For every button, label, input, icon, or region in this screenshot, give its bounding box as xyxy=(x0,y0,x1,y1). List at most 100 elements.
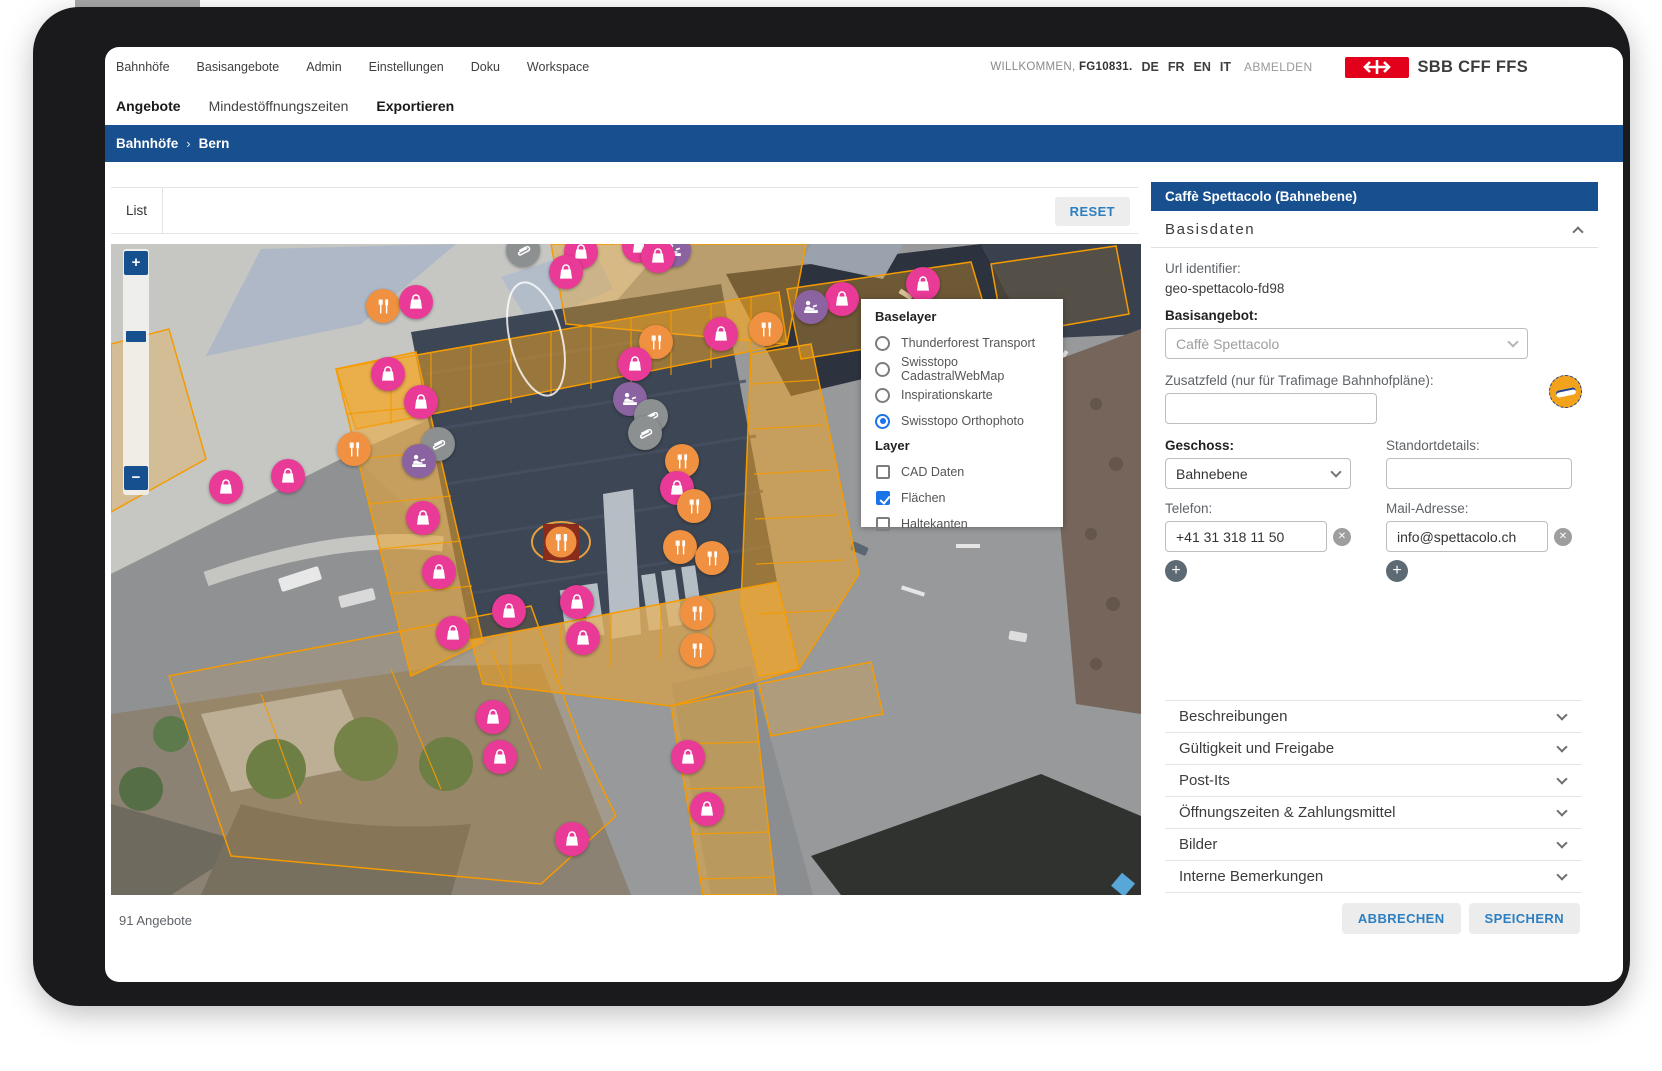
layer-title: Layer xyxy=(875,438,1063,453)
map-marker-bag[interactable] xyxy=(436,616,470,650)
offer-count: 91 Angebote xyxy=(119,913,192,928)
standortdetails-label: Standortdetails: xyxy=(1386,438,1572,453)
map-marker-bag[interactable] xyxy=(406,501,440,535)
accordion-gueltigkeit[interactable]: Gültigkeit und Freigabe xyxy=(1165,733,1582,765)
map-marker-bag[interactable] xyxy=(671,740,705,774)
map-marker-bag[interactable] xyxy=(483,740,517,774)
map-marker-bag[interactable] xyxy=(618,347,652,381)
map-marker-bag[interactable] xyxy=(690,792,724,826)
nav-basisangebote[interactable]: Basisangebote xyxy=(197,60,280,74)
map-marker-restaurant[interactable] xyxy=(677,489,711,523)
accordion-beschreibungen[interactable]: Beschreibungen xyxy=(1165,701,1582,733)
layer-option-0[interactable]: CAD Daten xyxy=(875,459,1063,485)
map-marker-bag[interactable] xyxy=(271,459,305,493)
zoom-in-button[interactable]: + xyxy=(124,251,148,275)
map-marker-restaurant[interactable] xyxy=(695,541,729,575)
standortdetails-input[interactable] xyxy=(1386,458,1572,489)
sub-nav: Angebote Mindestöffnungszeiten Exportier… xyxy=(105,87,1623,125)
logout-link[interactable]: ABMELDEN xyxy=(1244,60,1312,74)
add-mail-button[interactable]: + xyxy=(1386,560,1408,582)
map-marker-bag[interactable] xyxy=(399,285,433,319)
map-marker-bag[interactable] xyxy=(906,267,940,301)
zoom-slider-handle[interactable] xyxy=(126,331,146,342)
map-marker-restaurant[interactable] xyxy=(663,530,697,564)
url-identifier-value: geo-spettacolo-fd98 xyxy=(1165,281,1582,296)
nav-einstellungen[interactable]: Einstellungen xyxy=(369,60,444,74)
basisangebot-select[interactable]: Caffè Spettacolo xyxy=(1165,328,1528,359)
map-marker-restaurant[interactable] xyxy=(680,633,714,667)
map-marker-bag[interactable] xyxy=(560,585,594,619)
map-marker-service[interactable] xyxy=(402,444,436,478)
tab-mindestoeffnungszeiten[interactable]: Mindestöffnungszeiten xyxy=(209,98,349,114)
detail-panel-title: Caffè Spettacolo (Bahnebene) xyxy=(1151,182,1598,211)
reset-button[interactable]: RESET xyxy=(1055,197,1130,226)
chevron-down-icon xyxy=(1556,837,1567,848)
tab-exportieren[interactable]: Exportieren xyxy=(376,98,454,114)
mail-input[interactable] xyxy=(1386,521,1548,552)
top-nav: Bahnhöfe Basisangebote Admin Einstellung… xyxy=(105,47,1623,87)
map-marker-bag[interactable] xyxy=(555,822,589,856)
map-marker-service[interactable] xyxy=(794,290,828,324)
map-marker-restaurant[interactable] xyxy=(680,596,714,630)
nav-workspace[interactable]: Workspace xyxy=(527,60,589,74)
telefon-label: Telefon: xyxy=(1165,501,1351,516)
breadcrumb-bahnhoefe[interactable]: Bahnhöfe xyxy=(116,136,178,151)
accordion-bilder[interactable]: Bilder xyxy=(1165,829,1582,861)
nav-admin[interactable]: Admin xyxy=(306,60,341,74)
lang-it[interactable]: IT xyxy=(1220,60,1231,74)
nav-bahnhoefe[interactable]: Bahnhöfe xyxy=(116,60,170,74)
lang-fr[interactable]: FR xyxy=(1168,60,1185,74)
map-marker-clip[interactable] xyxy=(628,416,662,450)
zoom-out-button[interactable]: − xyxy=(124,466,148,490)
map-marker-bag[interactable] xyxy=(422,555,456,589)
layer-option-1[interactable]: Flächen xyxy=(875,485,1063,511)
geschoss-select[interactable]: Bahnebene xyxy=(1165,458,1351,489)
map-marker-bag[interactable] xyxy=(825,282,859,316)
baselayer-option-3[interactable]: Swisstopo Orthophoto xyxy=(875,408,1063,434)
map-marker-bag[interactable] xyxy=(566,621,600,655)
geschoss-label: Geschoss: xyxy=(1165,438,1351,453)
accordion-postits[interactable]: Post-Its xyxy=(1165,765,1582,797)
map-marker-bag[interactable] xyxy=(371,357,405,391)
map-marker-selected[interactable] xyxy=(530,517,592,567)
map-marker-bag[interactable] xyxy=(476,700,510,734)
map-marker-bag[interactable] xyxy=(704,317,738,351)
list-tab[interactable]: List xyxy=(111,188,163,233)
map[interactable]: + − Baselayer Thunderforest Transport Sw… xyxy=(111,244,1141,895)
add-telefon-button[interactable]: + xyxy=(1165,560,1187,582)
radio-icon xyxy=(875,388,890,403)
map-zoom-control: + − xyxy=(123,249,149,495)
map-marker-restaurant[interactable] xyxy=(749,312,783,346)
layer-option-2[interactable]: Haltekanten xyxy=(875,511,1063,537)
map-marker-restaurant[interactable] xyxy=(337,432,371,466)
detail-panel: Caffè Spettacolo (Bahnebene) Basisdaten … xyxy=(1151,182,1598,934)
map-marker-restaurant[interactable] xyxy=(366,289,400,323)
clear-telefon-icon[interactable]: ✕ xyxy=(1333,528,1351,546)
map-marker-bag[interactable] xyxy=(404,385,438,419)
chevron-down-icon xyxy=(1556,709,1567,720)
telefon-input[interactable] xyxy=(1165,521,1327,552)
map-marker-bag[interactable] xyxy=(492,594,526,628)
lang-en[interactable]: EN xyxy=(1194,60,1211,74)
accordion-oeffnungszeiten[interactable]: Öffnungszeiten & Zahlungsmittel xyxy=(1165,797,1582,829)
baselayer-option-2[interactable]: Inspirationskarte xyxy=(875,382,1063,408)
baselayer-option-1[interactable]: Swisstopo CadastralWebMap xyxy=(875,356,1063,382)
tab-angebote[interactable]: Angebote xyxy=(116,98,181,114)
zusatzfeld-input[interactable] xyxy=(1165,393,1377,424)
section-basisdaten[interactable]: Basisdaten xyxy=(1151,211,1598,248)
save-button[interactable]: SPEICHERN xyxy=(1469,903,1580,934)
cancel-button[interactable]: ABBRECHEN xyxy=(1342,903,1461,934)
spettacolo-logo xyxy=(1549,375,1582,408)
breadcrumb: Bahnhöfe › Bern xyxy=(105,125,1623,162)
lang-de[interactable]: DE xyxy=(1142,60,1159,74)
map-marker-bag[interactable] xyxy=(209,470,243,504)
sbb-brand: SBB CFF FFS xyxy=(1345,57,1528,78)
nav-doku[interactable]: Doku xyxy=(471,60,500,74)
basisangebot-label: Basisangebot: xyxy=(1165,308,1582,323)
mail-label: Mail-Adresse: xyxy=(1386,501,1572,516)
chevron-down-icon xyxy=(1556,869,1567,880)
baselayer-option-0[interactable]: Thunderforest Transport xyxy=(875,330,1063,356)
accordion-interne-bemerkungen[interactable]: Interne Bemerkungen xyxy=(1165,861,1582,893)
map-marker-bag[interactable] xyxy=(549,255,583,289)
clear-mail-icon[interactable]: ✕ xyxy=(1554,528,1572,546)
